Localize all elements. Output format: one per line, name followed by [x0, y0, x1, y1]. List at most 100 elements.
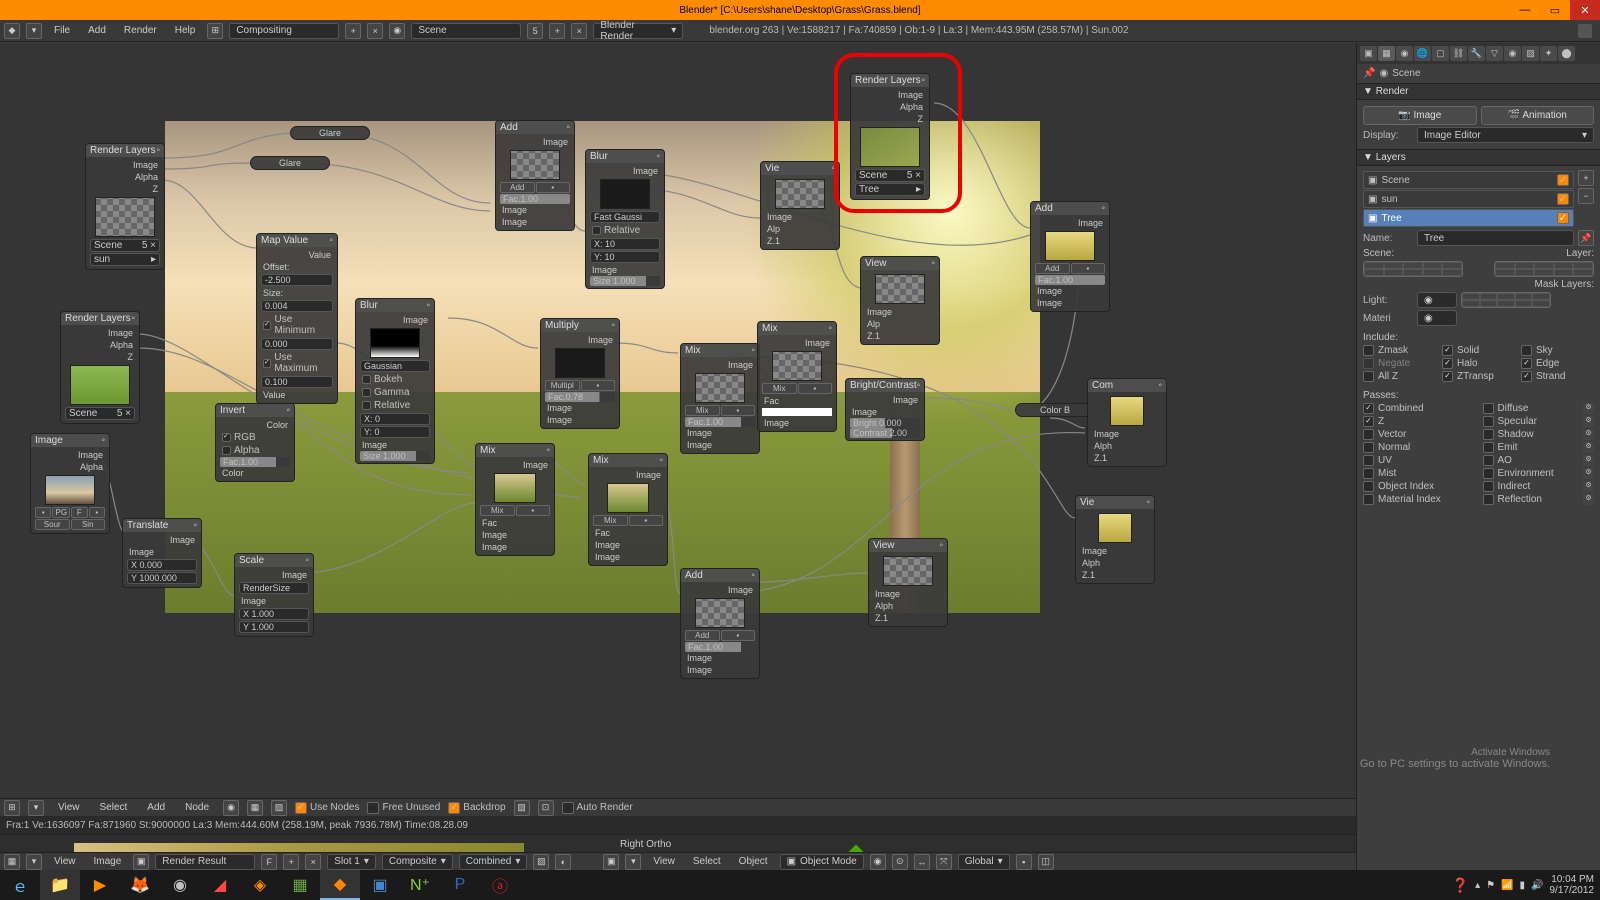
taskbar-firefox-icon[interactable]: 🦊 — [120, 870, 160, 900]
pass-environment[interactable]: Environment⚙ — [1483, 468, 1595, 479]
menu-file[interactable]: File — [48, 23, 76, 38]
name-pin-icon[interactable]: 📌 — [1578, 230, 1594, 246]
gear-icon[interactable]: ⚙ — [1583, 416, 1594, 427]
pivot-icon[interactable]: ⊙ — [892, 854, 908, 870]
include-solid[interactable]: Solid — [1442, 345, 1515, 356]
include-zmask[interactable]: Zmask — [1363, 345, 1436, 356]
image-editor-type-icon[interactable]: ▦ — [4, 854, 20, 870]
layer-item-tree[interactable]: ▣Tree✓ — [1363, 209, 1574, 227]
mask-layer-buttons[interactable] — [1461, 292, 1551, 308]
gear-icon[interactable]: ⚙ — [1583, 481, 1594, 492]
light-override-dropdown[interactable]: ◉ — [1417, 292, 1457, 308]
node-bright-contrast[interactable]: Bright/Contrast◦ Image Image Bright 0.00… — [845, 378, 925, 441]
screen-layout-dropdown[interactable]: Compositing — [229, 23, 339, 39]
remove-layer-button[interactable]: − — [1578, 188, 1594, 204]
maximize-button[interactable]: ▭ — [1540, 0, 1570, 20]
tab-render-layers[interactable]: ▦ — [1378, 46, 1395, 61]
node-image[interactable]: Image◦ Image Alpha ▪PGF▪ SourSin — [30, 433, 110, 534]
pass-mat-index[interactable]: Material Index — [1363, 494, 1475, 505]
node-invert[interactable]: Invert◦ Color RGB Alpha Fac.1.00 Color — [215, 403, 295, 482]
axis-icon[interactable]: ⤧ — [936, 854, 952, 870]
display-dropdown[interactable]: Image Editor▾ — [1417, 127, 1594, 143]
snap-btn[interactable]: ◫ — [1038, 854, 1054, 870]
help-tray-icon[interactable]: ❓ — [1452, 877, 1469, 894]
node-viewer-1[interactable]: Vie◦ Image Alp Z.1 — [760, 161, 840, 250]
manipulator-icon[interactable]: ↔ — [914, 854, 930, 870]
use-nodes-checkbox[interactable]: ✓Use Nodes — [295, 802, 359, 814]
gear-icon[interactable]: ⚙ — [1583, 468, 1594, 479]
scene-layer-buttons[interactable] — [1363, 261, 1463, 277]
node-menu-add[interactable]: Add — [141, 800, 171, 815]
tab-physics[interactable]: ⬤ — [1558, 46, 1575, 61]
include-ztransp[interactable]: ZTransp — [1442, 371, 1515, 382]
free-unused-checkbox[interactable]: Free Unused — [367, 802, 440, 814]
taskbar-chrome-icon[interactable]: ◉ — [160, 870, 200, 900]
menu-dropdown-icon[interactable]: ▾ — [26, 23, 42, 39]
pass-vector[interactable]: Vector — [1363, 429, 1475, 440]
tab-object[interactable]: ▢ — [1432, 46, 1449, 61]
menu-render[interactable]: Render — [118, 23, 163, 38]
add-image-btn[interactable]: + — [283, 854, 299, 870]
tray-flag-icon[interactable]: ⚑ — [1486, 880, 1495, 891]
scene-add-button[interactable]: + — [549, 23, 565, 39]
render-layer-buttons[interactable] — [1494, 261, 1594, 277]
include-sky[interactable]: Sky — [1521, 345, 1594, 356]
tray-network-icon[interactable]: 📶 — [1501, 880, 1513, 891]
pass-z[interactable]: Z — [1363, 416, 1475, 427]
menu-help[interactable]: Help — [169, 23, 202, 38]
close-button[interactable]: ✕ — [1570, 0, 1600, 20]
node-render-layers-tree[interactable]: Render Layers◦ Image Alpha Z Scene5 × Tr… — [850, 73, 930, 200]
node-scale[interactable]: Scale◦ Image RenderSize Image X 1.000 Y … — [234, 553, 314, 637]
slot-dropdown[interactable]: Slot 1 ▾ — [327, 854, 376, 870]
tab-render[interactable]: ▣ — [1360, 46, 1377, 61]
node-composite[interactable]: Com◦ Image Alph Z.1 — [1087, 378, 1167, 467]
tab-modifiers[interactable]: 🔧 — [1468, 46, 1485, 61]
include-negate[interactable]: Negate — [1363, 358, 1436, 369]
include-edge[interactable]: Edge — [1521, 358, 1594, 369]
image-browse-icon[interactable]: ▣ — [133, 854, 149, 870]
node-add-2[interactable]: Add◦ Image Add▪ Fac.1.00 Image Image — [680, 568, 760, 679]
node-glare-2[interactable]: Glare — [250, 156, 330, 170]
pass-emit[interactable]: Emit⚙ — [1483, 442, 1595, 453]
tray-battery-icon[interactable]: ▮ — [1520, 880, 1526, 891]
pass-combined[interactable]: Combined — [1363, 403, 1475, 414]
comp-icon[interactable]: ▨ — [271, 800, 287, 816]
pass-reflection[interactable]: Reflection⚙ — [1483, 494, 1595, 505]
taskbar-app-icon-3[interactable]: ▣ — [360, 870, 400, 900]
layer-item-scene[interactable]: ▣Scene✓ — [1363, 171, 1574, 189]
view3d-menu-view[interactable]: View — [647, 854, 681, 869]
mode-dropdown[interactable]: ▣ Object Mode — [780, 854, 864, 870]
remove-image-btn[interactable]: × — [305, 854, 321, 870]
node-menu-node[interactable]: Node — [179, 800, 215, 815]
layout-add-button[interactable]: + — [345, 23, 361, 39]
editor-type-icon[interactable]: ⊞ — [4, 800, 20, 816]
node-mix-2[interactable]: Mix◦ Image Mix▪ Fac Image Image — [588, 453, 668, 566]
channel-icon-1[interactable]: ▨ — [533, 854, 549, 870]
view3d-menu-select[interactable]: Select — [687, 854, 727, 869]
scene-icon[interactable]: ◉ — [389, 23, 405, 39]
node-mix-3[interactable]: Mix◦ Image Mix▪ Fac.1.00 Image Image — [680, 343, 760, 454]
taskbar-notepadpp-icon[interactable]: N⁺ — [400, 870, 440, 900]
taskbar-blender-icon[interactable]: ◆ — [320, 870, 360, 900]
tab-world[interactable]: 🌐 — [1414, 46, 1431, 61]
gp-icon[interactable]: ▨ — [514, 800, 530, 816]
render-section-header[interactable]: ▼ Render — [1357, 83, 1600, 100]
render-engine-dropdown[interactable]: Blender Render▾ — [593, 23, 683, 39]
view3d-type-icon[interactable]: ▣ — [603, 854, 619, 870]
node-viewer-4[interactable]: View◦ Image Alph Z.1 — [868, 538, 948, 627]
view3d-dropdown-icon[interactable]: ▾ — [625, 854, 641, 870]
node-multiply[interactable]: Multiply◦ Image Multipl▪ Fac.0.78 Image … — [540, 318, 620, 429]
tab-particles[interactable]: ✦ — [1540, 46, 1557, 61]
node-blur-2[interactable]: Blur◦ Image Fast Gaussi Relative X: 10 Y… — [585, 149, 665, 289]
orientation-dropdown[interactable]: Global ▾ — [958, 854, 1010, 870]
gear-icon[interactable]: ⚙ — [1583, 455, 1594, 466]
add-layer-button[interactable]: + — [1578, 170, 1594, 186]
view3d-menu-object[interactable]: Object — [733, 854, 774, 869]
pass-shadow[interactable]: Shadow⚙ — [1483, 429, 1595, 440]
scene-dropdown[interactable]: Scene — [411, 23, 521, 39]
pass-normal[interactable]: Normal — [1363, 442, 1475, 453]
layer-tree-visible[interactable]: ✓ — [1557, 212, 1569, 224]
node-add-4[interactable]: Add◦ Image Add▪ Fac.1.00 Image Image — [1030, 201, 1110, 312]
blender-icon[interactable]: ◆ — [4, 23, 20, 39]
render-image-button[interactable]: 📷 Image — [1363, 106, 1477, 125]
